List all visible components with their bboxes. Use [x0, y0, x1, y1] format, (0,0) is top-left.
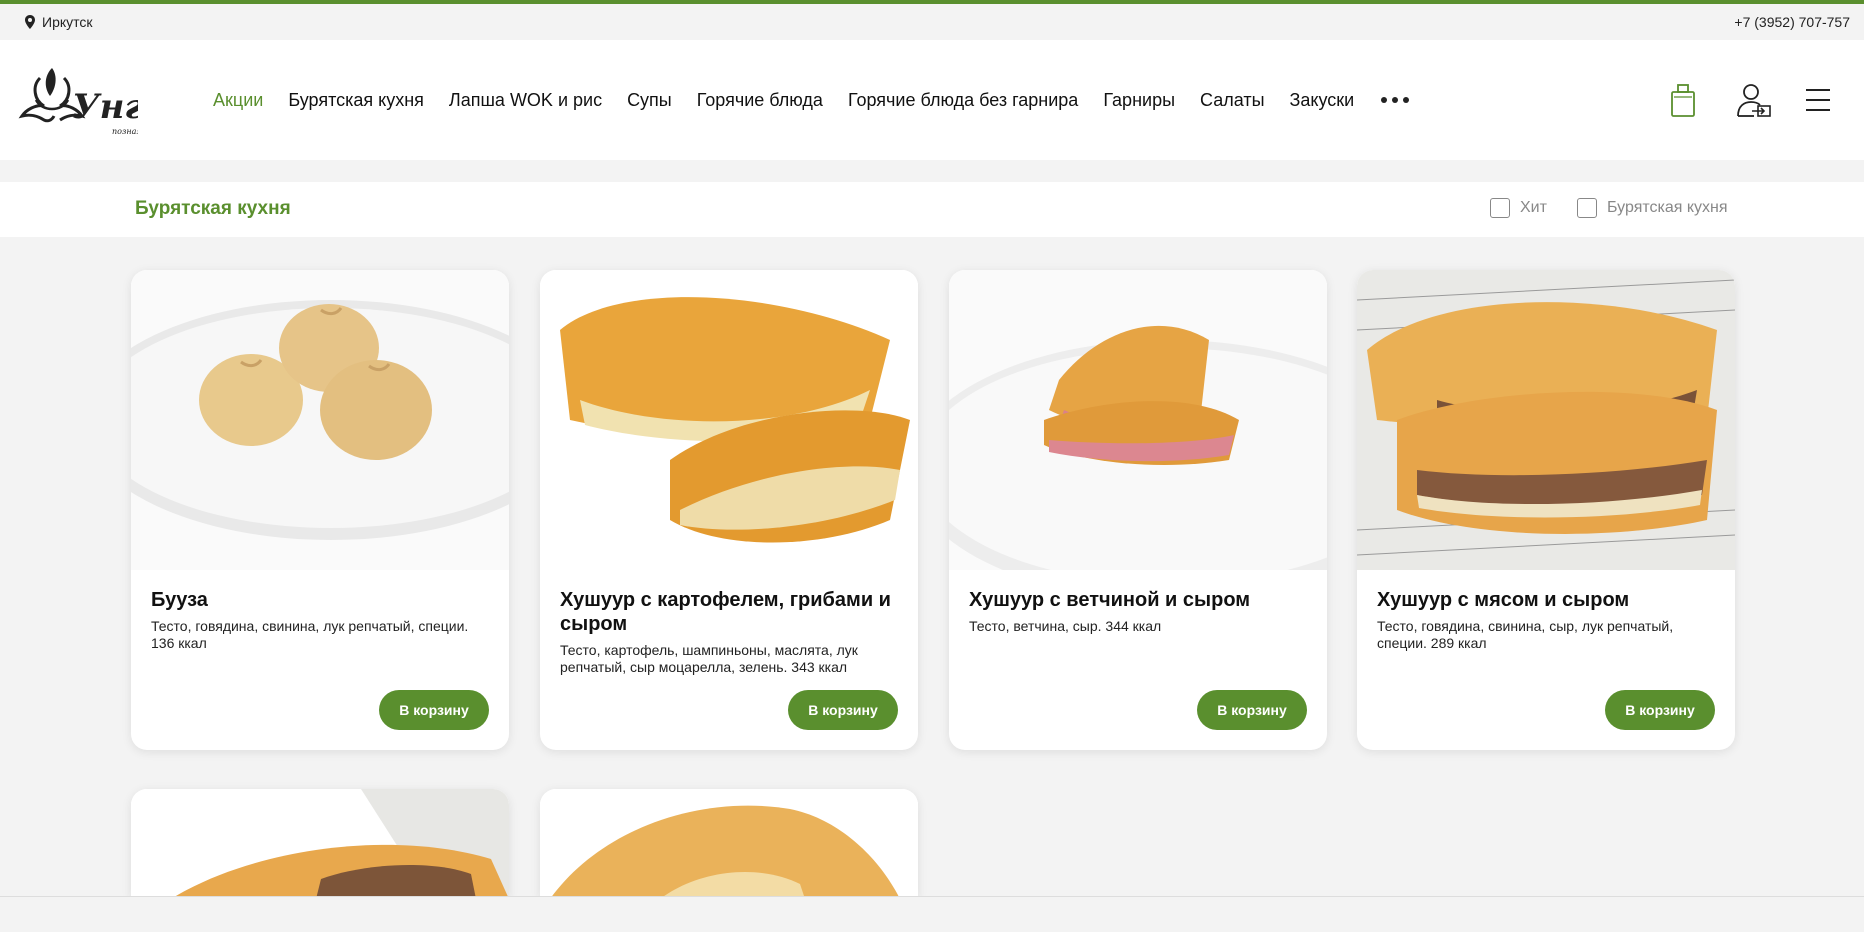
product-description: Тесто, картофель, шампиньоны, маслята, л…	[560, 642, 858, 675]
city-selector[interactable]: Иркутск	[24, 14, 93, 30]
product-description: Тесто, говядина, свинина, сыр, лук репча…	[1377, 618, 1674, 651]
filter-hit-checkbox[interactable]: Хит	[1490, 198, 1547, 218]
product-photo-khushuur-potato-mushroom[interactable]	[540, 270, 918, 570]
nav-item-hot-dishes[interactable]: Горячие блюда	[697, 90, 823, 111]
add-to-cart-button[interactable]: В корзину	[1605, 690, 1715, 730]
cart-icon[interactable]	[1664, 80, 1704, 120]
product-card	[131, 789, 509, 899]
product-card: Хушуур с мясом и сыром Тесто, говядина, …	[1357, 270, 1735, 750]
checkbox-icon[interactable]	[1490, 198, 1510, 218]
product-card: Хушуур с картофелем, грибами и сыром Тес…	[540, 270, 918, 750]
add-to-cart-button[interactable]: В корзину	[379, 690, 489, 730]
phone-link[interactable]: +7 (3952) 707-757	[1734, 14, 1850, 30]
product-card: Бууза Тесто, говядина, свинина, лук репч…	[131, 270, 509, 750]
product-photo-khushuur-meat-cheese[interactable]	[1357, 270, 1735, 570]
bottom-bar	[0, 896, 1864, 932]
category-filter-bar: Бурятская кухня Хит Бурятская кухня	[0, 182, 1864, 237]
svg-text:Унгá: Унгá	[72, 87, 138, 127]
logo-mark-icon: Унгá позная	[18, 68, 166, 136]
nav-item-wok-noodles[interactable]: Лапша WOK и рис	[449, 90, 602, 111]
nav-item-hot-dishes-no-side[interactable]: Горячие блюда без гарнира	[848, 90, 1078, 111]
brand-logo[interactable]: Унгá позная	[18, 60, 166, 142]
checkbox-icon[interactable]	[1577, 198, 1597, 218]
product-photo[interactable]	[131, 789, 509, 899]
menu-icon[interactable]	[1802, 80, 1842, 120]
product-photo[interactable]	[540, 789, 918, 899]
ellipsis-icon[interactable]	[1381, 97, 1410, 103]
product-card: Хушуур с ветчиной и сыром Тесто, ветчина…	[949, 270, 1327, 750]
product-photo-khushuur-ham-cheese[interactable]	[949, 270, 1327, 570]
category-title: Бурятская кухня	[135, 198, 291, 219]
site-header: Унгá позная Акции Бурятская кухня Лапша …	[0, 40, 1864, 160]
product-name[interactable]: Хушуур с ветчиной и сыром	[969, 588, 1309, 612]
nav-item-snacks[interactable]: Закуски	[1290, 90, 1355, 111]
main-nav: Акции Бурятская кухня Лапша WOK и рис Су…	[213, 40, 1410, 160]
nav-item-promotions[interactable]: Акции	[213, 90, 263, 111]
user-login-icon[interactable]	[1734, 80, 1774, 120]
add-to-cart-button[interactable]: В корзину	[788, 690, 898, 730]
top-bar: Иркутск +7 (3952) 707-757	[0, 4, 1864, 40]
svg-text:позная: позная	[112, 127, 138, 136]
product-name[interactable]: Хушуур с мясом и сыром	[1377, 588, 1717, 612]
filter-label: Бурятская кухня	[1607, 199, 1728, 216]
filter-label: Хит	[1520, 199, 1547, 216]
add-to-cart-button[interactable]: В корзину	[1197, 690, 1307, 730]
nav-item-buryat-cuisine[interactable]: Бурятская кухня	[288, 90, 424, 111]
product-name[interactable]: Хушуур с картофелем, грибами и сыром	[560, 588, 900, 636]
location-pin-icon	[25, 15, 35, 29]
product-card	[540, 789, 918, 899]
nav-item-sides[interactable]: Гарниры	[1103, 90, 1175, 111]
product-name[interactable]: Бууза	[151, 588, 491, 612]
product-description: Тесто, ветчина, сыр. 344 ккал	[969, 618, 1162, 634]
product-photo-buuza[interactable]	[131, 270, 509, 570]
nav-item-salads[interactable]: Салаты	[1200, 90, 1265, 111]
city-name[interactable]: Иркутск	[42, 14, 93, 30]
filter-buryat-checkbox[interactable]: Бурятская кухня	[1577, 198, 1728, 218]
nav-item-soups[interactable]: Супы	[627, 90, 672, 111]
product-description: Тесто, говядина, свинина, лук репчатый, …	[151, 618, 469, 651]
